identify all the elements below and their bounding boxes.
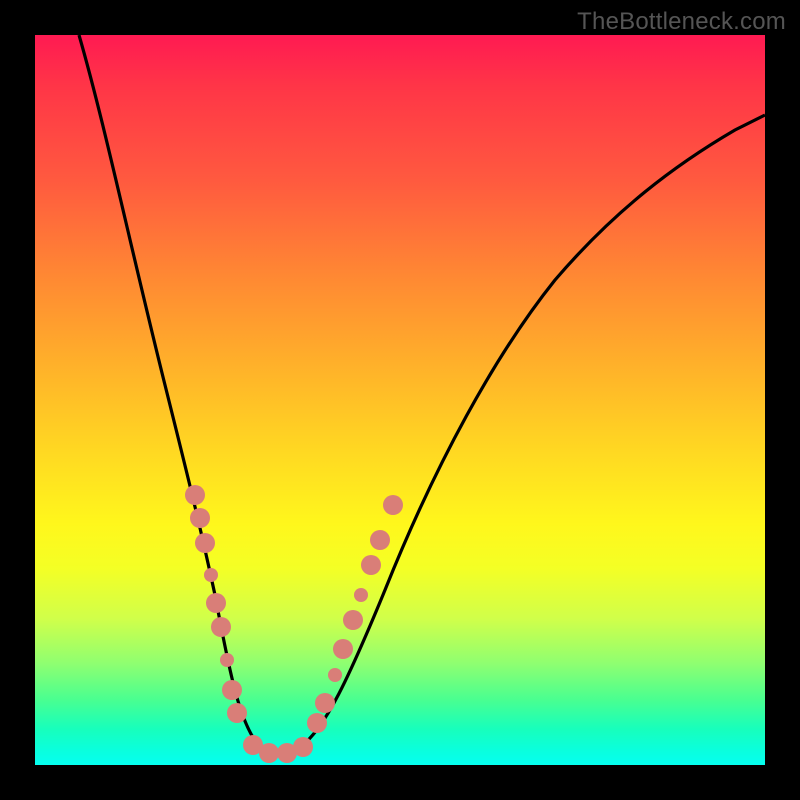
marker-dot bbox=[259, 743, 279, 763]
bottleneck-curve-path bbox=[79, 35, 765, 755]
marker-dot bbox=[195, 533, 215, 553]
marker-dot bbox=[383, 495, 403, 515]
marker-dot bbox=[227, 703, 247, 723]
marker-dot bbox=[307, 713, 327, 733]
marker-dot bbox=[315, 693, 335, 713]
marker-dot bbox=[354, 588, 368, 602]
marker-dot bbox=[328, 668, 342, 682]
marker-dot bbox=[370, 530, 390, 550]
marker-dot bbox=[361, 555, 381, 575]
marker-dot bbox=[333, 639, 353, 659]
marker-dot bbox=[293, 737, 313, 757]
marker-dot bbox=[206, 593, 226, 613]
marker-dot bbox=[190, 508, 210, 528]
marker-dot bbox=[185, 485, 205, 505]
marker-dot bbox=[211, 617, 231, 637]
marker-dot bbox=[222, 680, 242, 700]
marker-dot bbox=[343, 610, 363, 630]
marker-dot bbox=[220, 653, 234, 667]
watermark-text: TheBottleneck.com bbox=[577, 8, 786, 36]
bottleneck-curve-svg bbox=[35, 35, 765, 765]
chart-plot-area bbox=[35, 35, 765, 765]
marker-dot bbox=[204, 568, 218, 582]
